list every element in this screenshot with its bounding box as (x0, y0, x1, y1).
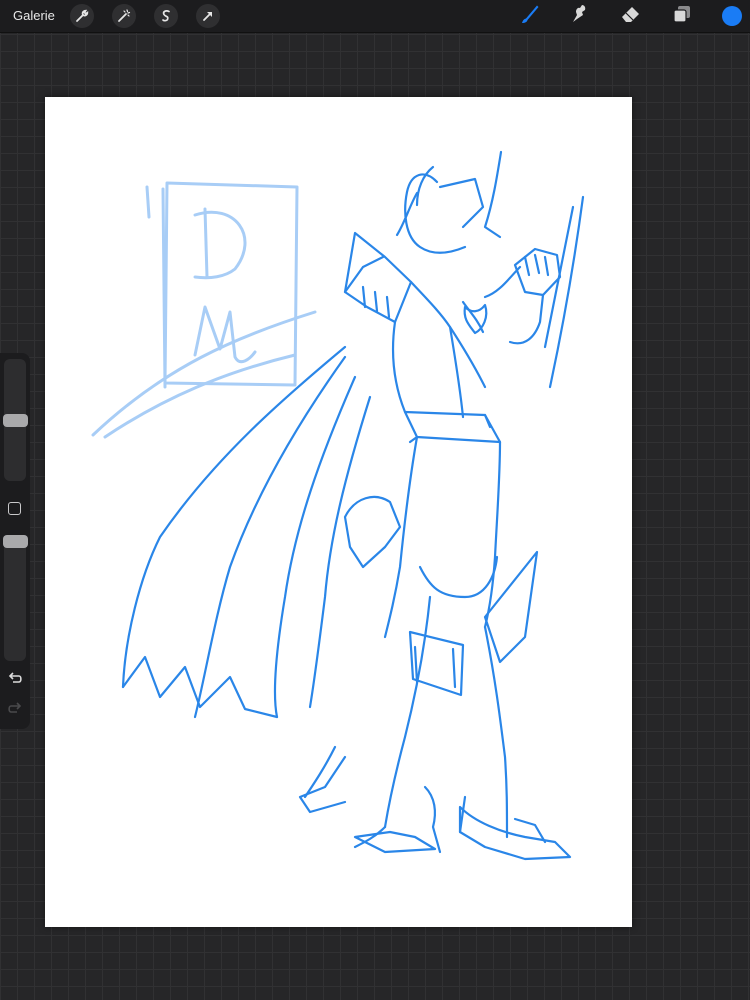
brush-size-slider[interactable] (3, 359, 28, 481)
selection-icon (158, 8, 174, 24)
color-picker-button[interactable] (722, 6, 742, 26)
drawing-canvas[interactable] (45, 97, 632, 927)
brush-icon (518, 2, 542, 31)
actions-button[interactable] (70, 4, 94, 28)
brush-tool-button[interactable] (517, 3, 543, 29)
undo-button[interactable] (6, 671, 24, 691)
undo-icon (7, 671, 23, 691)
side-panel (0, 353, 30, 729)
layers-icon (670, 2, 694, 31)
top-toolbar: Galerie (0, 0, 750, 33)
adjustments-button[interactable] (112, 4, 136, 28)
redo-icon (7, 701, 23, 721)
brush-size-thumb[interactable] (3, 414, 28, 427)
transform-arrow-icon (200, 8, 216, 24)
eraser-tool-button[interactable] (618, 3, 644, 29)
redo-button[interactable] (6, 701, 24, 721)
eraser-icon (619, 2, 643, 31)
knight-sketch (121, 150, 585, 861)
gallery-button[interactable]: Galerie (13, 8, 55, 24)
modify-square-icon[interactable] (8, 502, 21, 515)
opacity-slider[interactable] (3, 535, 28, 661)
procreate-app: Galerie (0, 0, 750, 1000)
wrench-icon (74, 8, 90, 24)
selection-button[interactable] (154, 4, 178, 28)
smudge-tool-button[interactable] (567, 3, 593, 29)
smudge-icon (568, 2, 592, 31)
opacity-thumb[interactable] (3, 535, 28, 548)
dm-watermark (91, 181, 317, 439)
layers-button[interactable] (669, 3, 695, 29)
sketch-artwork (91, 150, 585, 861)
transform-button[interactable] (196, 4, 220, 28)
magic-wand-icon (116, 8, 132, 24)
